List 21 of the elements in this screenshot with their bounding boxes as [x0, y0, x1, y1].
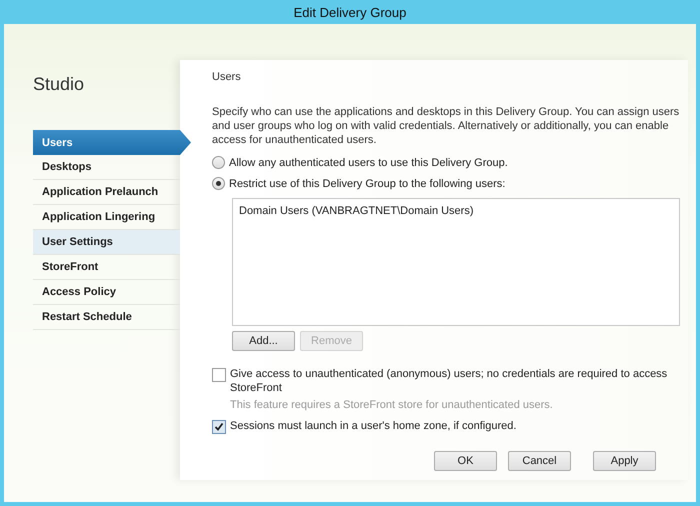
radio-button[interactable]	[212, 156, 225, 169]
nav-item[interactable]: Users	[33, 130, 191, 155]
user-list[interactable]: Domain Users (VANBRAGTNET\Domain Users)	[232, 198, 680, 326]
nav-item[interactable]: User Settings	[33, 230, 180, 255]
checkbox[interactable]	[212, 368, 226, 382]
dialog-button[interactable]: Cancel	[508, 451, 571, 471]
description-text: Specify who can use the applications and desktops in this Delivery Group. You can assign users and user groups who log on with valid credentials. Alternatively or additionally, you can enable access for unauthenticated users.	[212, 105, 680, 147]
window-title: Edit Delivery Group	[292, 4, 408, 22]
radio-button[interactable]	[212, 177, 225, 190]
dialog-button[interactable]: OK	[434, 451, 497, 471]
checkbox[interactable]	[212, 420, 226, 434]
hint-text: This feature requires a StoreFront store for unauthenticated users.	[230, 398, 554, 412]
dialog-button[interactable]: Apply	[593, 451, 656, 471]
app-title: Studio	[33, 74, 86, 95]
section-heading: Users	[212, 71, 242, 83]
checkbox-label: Give access to unauthenticated (anonymous) users; no credentials are required to access StoreFront	[230, 367, 668, 395]
radio-label: Allow any authenticated users to use this Delivery Group.	[229, 156, 508, 168]
list-item[interactable]: Domain Users (VANBRAGTNET\Domain Users)	[239, 205, 673, 217]
radio-label: Restrict use of this Delivery Group to the following users:	[229, 178, 506, 190]
checkbox-label: Sessions must launch in a user's home zone, if configured.	[230, 419, 518, 433]
list-button[interactable]: Add...	[232, 331, 295, 351]
